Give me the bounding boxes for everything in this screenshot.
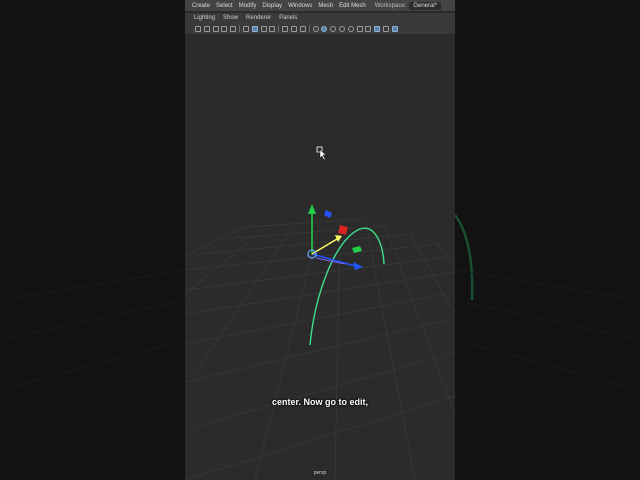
menu-display[interactable]: Display	[259, 3, 285, 9]
menu-create[interactable]: Create	[185, 3, 213, 9]
isolate-select-icon[interactable]	[374, 25, 381, 32]
ground-grid	[185, 218, 455, 480]
toolbar-divider	[278, 25, 280, 32]
field-chart-icon[interactable]	[282, 25, 289, 32]
light-bulb-icon[interactable]	[356, 25, 363, 32]
viewport-scene[interactable]	[185, 34, 455, 480]
menu-edit-mesh[interactable]: Edit Mesh	[336, 3, 369, 9]
main-menubar: Create Select Modify Display Windows Mes…	[185, 0, 455, 11]
camera-attributes-icon[interactable]	[203, 25, 210, 32]
gate-mask-icon[interactable]	[269, 25, 276, 32]
workspace-dropdown[interactable]: General*	[409, 1, 442, 10]
nurbs-curve[interactable]	[309, 227, 385, 346]
panel-menu-renderer[interactable]: Renderer	[242, 15, 275, 21]
camera-icon[interactable]	[195, 25, 201, 32]
perspective-viewport[interactable]	[185, 34, 455, 480]
safe-title-icon[interactable]	[299, 25, 306, 32]
bookmark-icon[interactable]	[212, 25, 219, 32]
safe-action-icon[interactable]	[290, 25, 297, 32]
wireframe-icon[interactable]	[312, 25, 319, 32]
menu-select[interactable]: Select	[213, 3, 236, 9]
y-axis-arrow-icon[interactable]	[308, 204, 316, 214]
smooth-shade-icon[interactable]	[321, 25, 328, 32]
blurred-curve-right	[453, 214, 474, 301]
grid-icon[interactable]	[242, 25, 249, 32]
menu-modify[interactable]: Modify	[236, 3, 260, 9]
x-axis-handle[interactable]	[311, 253, 356, 267]
video-subtitle: center. Now go to edit,	[271, 397, 368, 407]
panel-menubar: Lighting Show Renderer Panels	[185, 13, 455, 23]
panel-menu-panels[interactable]: Panels	[275, 15, 301, 21]
multisample-aa-icon[interactable]	[391, 25, 398, 32]
mouse-cursor-icon	[316, 146, 327, 161]
yz-plane-handle[interactable]	[324, 210, 332, 218]
resolution-gate-icon[interactable]	[260, 25, 267, 32]
toolbar-divider	[238, 25, 240, 32]
viewport-toolbar	[185, 23, 455, 34]
camera-name-label: persp	[313, 470, 327, 476]
grease-pencil-icon[interactable]	[230, 25, 237, 32]
shadows-icon[interactable]	[347, 25, 354, 32]
textured-icon[interactable]	[330, 25, 337, 32]
menu-mesh[interactable]: Mesh	[315, 3, 336, 9]
maya-window: Create Select Modify Display Windows Mes…	[185, 0, 455, 480]
lighting-icon[interactable]	[338, 25, 345, 32]
panel-menu-lighting[interactable]: Lighting	[185, 15, 219, 21]
workspace-label: Workspace:	[374, 2, 407, 9]
image-plane-icon[interactable]	[221, 25, 228, 32]
xray-icon[interactable]	[365, 25, 372, 32]
film-gate-icon[interactable]	[251, 25, 258, 32]
toolbar-divider	[308, 25, 310, 32]
motion-blur-icon[interactable]	[382, 25, 389, 32]
panel-menu-show[interactable]: Show	[219, 15, 242, 21]
menu-windows[interactable]: Windows	[285, 3, 315, 9]
